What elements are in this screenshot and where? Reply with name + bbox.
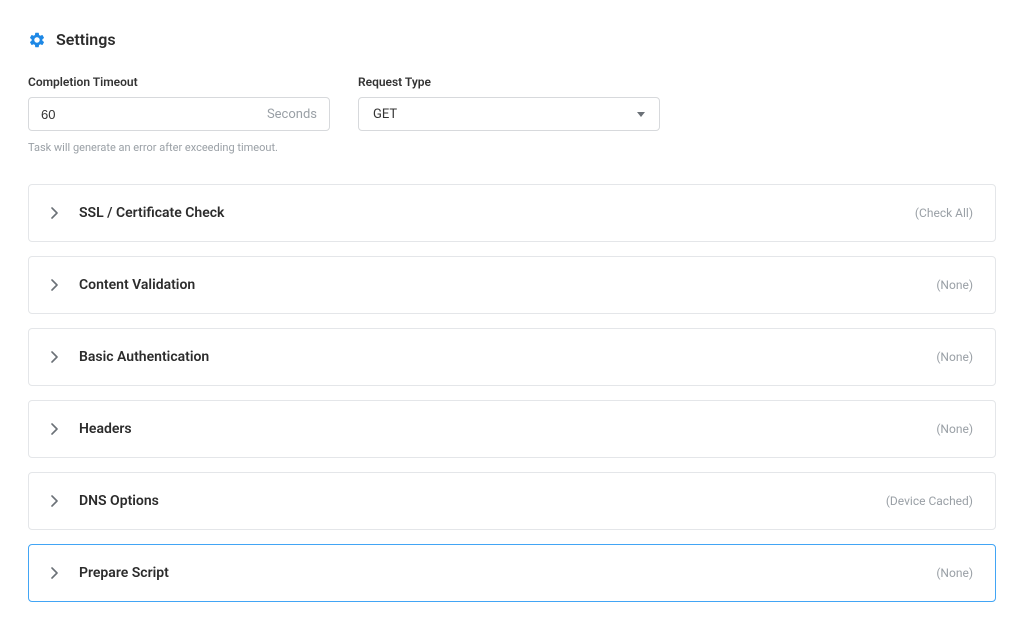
accordion-item[interactable]: DNS Options(Device Cached) <box>28 472 996 530</box>
chevron-right-icon <box>51 207 59 219</box>
accordion-title: Content Validation <box>79 277 936 293</box>
chevron-right-icon <box>51 351 59 363</box>
request-type-label: Request Type <box>358 75 660 89</box>
request-type-value: GET <box>373 107 397 122</box>
chevron-right-icon <box>51 495 59 507</box>
accordion-title: Headers <box>79 421 936 437</box>
request-type-group: Request Type GET <box>358 75 660 154</box>
accordion-title: SSL / Certificate Check <box>79 205 915 221</box>
gear-icon <box>28 31 46 49</box>
settings-panel: Settings Completion Timeout Seconds Task… <box>0 0 1024 626</box>
completion-timeout-input-wrapper[interactable]: Seconds <box>28 97 330 131</box>
accordion-item[interactable]: Prepare Script(None) <box>28 544 996 602</box>
completion-timeout-label: Completion Timeout <box>28 75 330 89</box>
accordion-title: Prepare Script <box>79 565 936 581</box>
accordion-status: (None) <box>936 278 973 292</box>
accordion-list: SSL / Certificate Check(Check All) Conten… <box>28 184 996 602</box>
accordion-status: (Check All) <box>915 206 973 220</box>
page-title: Settings <box>56 30 116 49</box>
accordion-status: (None) <box>936 566 973 580</box>
chevron-right-icon <box>51 423 59 435</box>
accordion-item[interactable]: SSL / Certificate Check(Check All) <box>28 184 996 242</box>
settings-header: Settings <box>28 30 996 49</box>
form-row: Completion Timeout Seconds Task will gen… <box>28 75 996 154</box>
completion-timeout-group: Completion Timeout Seconds Task will gen… <box>28 75 330 154</box>
completion-timeout-helper: Task will generate an error after exceed… <box>28 141 330 154</box>
completion-timeout-input[interactable] <box>41 107 267 122</box>
accordion-status: (Device Cached) <box>886 494 973 508</box>
chevron-right-icon <box>51 567 59 579</box>
accordion-title: DNS Options <box>79 493 886 509</box>
accordion-title: Basic Authentication <box>79 349 936 365</box>
chevron-right-icon <box>51 279 59 291</box>
completion-timeout-suffix: Seconds <box>267 107 317 122</box>
caret-down-icon <box>637 112 645 117</box>
accordion-item[interactable]: Basic Authentication(None) <box>28 328 996 386</box>
accordion-status: (None) <box>936 422 973 436</box>
accordion-item[interactable]: Headers(None) <box>28 400 996 458</box>
accordion-item[interactable]: Content Validation(None) <box>28 256 996 314</box>
request-type-select[interactable]: GET <box>358 97 660 131</box>
accordion-status: (None) <box>936 350 973 364</box>
